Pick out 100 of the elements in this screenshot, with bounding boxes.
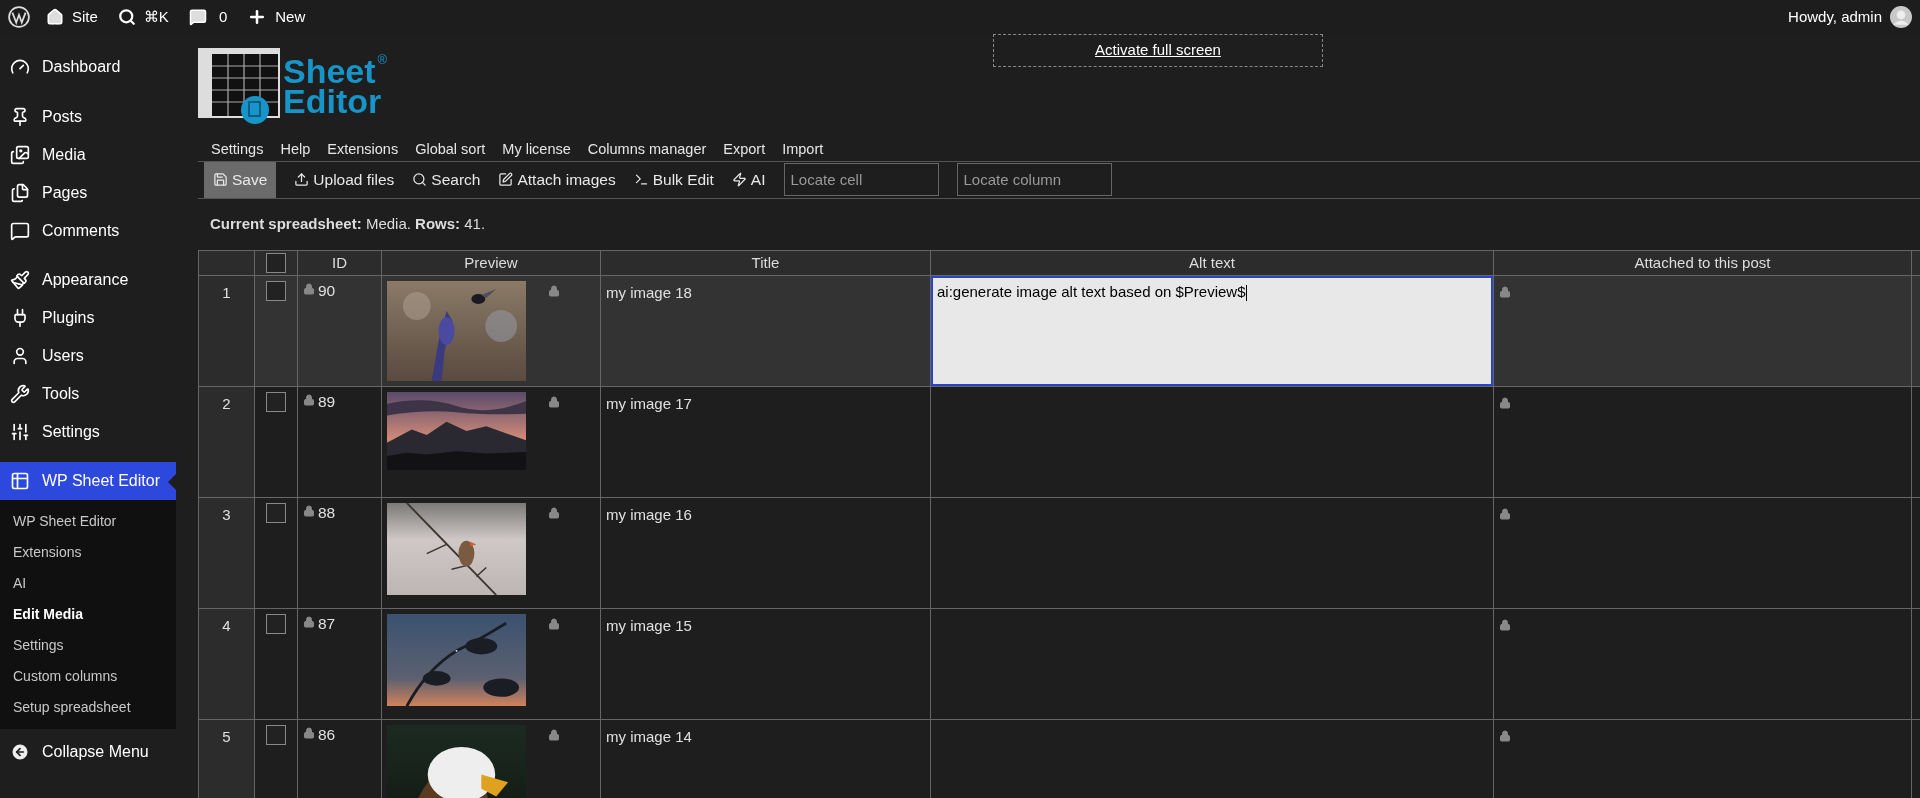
title-cell: my image 14: [601, 719, 931, 798]
alt-text-editor[interactable]: ai:generate image alt text based on $Preview$: [931, 275, 1493, 386]
submenu-item[interactable]: Setup spreadsheet: [0, 692, 176, 723]
sliders-icon: [10, 422, 30, 442]
sidebar-item[interactable]: Posts: [0, 98, 176, 136]
toolbar-button[interactable]: Search: [412, 161, 481, 198]
avatar-icon[interactable]: [1890, 6, 1912, 28]
logo-text: Editor: [283, 86, 383, 116]
toolbar-button[interactable]: Bulk Edit: [633, 161, 714, 198]
sidebar-item[interactable]: Plugins: [0, 299, 176, 337]
submenu-item[interactable]: Settings: [0, 630, 176, 661]
sidebar-item[interactable]: Users: [0, 337, 176, 375]
lock-icon: [548, 617, 560, 630]
toolbar-button[interactable]: Upload files: [294, 161, 395, 198]
menu-link[interactable]: My license: [502, 139, 571, 161]
row-number: 4: [199, 608, 255, 720]
search-icon: [117, 8, 136, 26]
column-header[interactable]: Alt text: [931, 250, 1494, 276]
menu-link[interactable]: Import: [782, 139, 824, 161]
sidebar-item[interactable]: Pages: [0, 174, 176, 212]
brush-icon: [10, 270, 30, 290]
row-checkbox[interactable]: [266, 391, 286, 412]
menu-link[interactable]: Help: [280, 139, 311, 161]
row-checkbox[interactable]: [266, 613, 286, 634]
lock-icon: [1499, 618, 1511, 631]
sidebar-item[interactable]: Appearance: [0, 261, 176, 299]
lock-icon: [1499, 729, 1511, 742]
title-cell: my image 15: [601, 608, 931, 720]
column-header[interactable]: Title: [601, 250, 931, 276]
logo-grid-icon: [198, 48, 280, 124]
column-header[interactable]: Attached to this post: [1494, 250, 1912, 276]
id-cell-text: 89: [318, 391, 336, 412]
menu-link[interactable]: Export: [723, 139, 766, 161]
locate-field[interactable]: Locate column: [956, 163, 1112, 197]
row-checkbox[interactable]: [266, 280, 286, 301]
current-arrow-icon: [168, 474, 176, 490]
user-icon: [10, 346, 30, 366]
row-number: 5: [199, 719, 255, 798]
lock-icon: [548, 284, 560, 297]
menu-link[interactable]: Columns manager: [587, 139, 707, 161]
sidebar-item[interactable]: Media: [0, 136, 176, 174]
sidebar-item[interactable]: Comments: [0, 212, 176, 250]
title-cell: my image 16: [601, 497, 931, 609]
save-icon: [213, 172, 228, 188]
locate-field[interactable]: Locate cell: [783, 163, 939, 197]
id-cell-text: 90: [318, 280, 336, 301]
column-header[interactable]: Preview: [382, 250, 601, 276]
comment-icon: [188, 8, 207, 26]
row-checkbox[interactable]: [266, 502, 286, 523]
select-all-checkbox[interactable]: [266, 252, 286, 273]
lock-icon: [303, 282, 315, 295]
collapse-menu-button[interactable]: Collapse Menu: [0, 733, 176, 771]
table-row[interactable]: 1 90 my image 18 ai:generate image alt text based on $Preview$: [199, 275, 1920, 387]
lock-icon: [303, 726, 315, 739]
menu-link[interactable]: Extensions: [327, 139, 399, 161]
submenu-item[interactable]: Custom columns: [0, 661, 176, 692]
collapse-icon: [10, 742, 30, 762]
lock-icon: [548, 395, 560, 408]
pin-icon: [10, 107, 30, 127]
bolt-icon: [731, 172, 747, 188]
comments-link[interactable]: 0: [188, 5, 228, 29]
id-cell-text: 88: [318, 502, 336, 523]
table-row[interactable]: 4 87 my image 15: [199, 608, 1920, 720]
sidebar-item[interactable]: Dashboard: [0, 48, 176, 86]
spreadsheet-status: Current spreadsheet: Media. Rows: 41.: [210, 214, 486, 234]
terminal-icon: [633, 172, 649, 188]
id-cell-text: 87: [318, 613, 336, 634]
home-icon: [46, 8, 64, 26]
table-row[interactable]: 3 88 my image 16: [199, 497, 1920, 609]
search-link[interactable]: ⌘K: [117, 5, 169, 29]
gauge-icon: [10, 57, 30, 77]
search-icon: [412, 172, 428, 188]
comment-icon: [10, 221, 30, 241]
title-cell: my image 17: [601, 386, 931, 498]
logo-icon[interactable]: [8, 6, 30, 28]
toolbar-button[interactable]: Attach images: [498, 161, 616, 198]
upload-icon: [294, 172, 310, 188]
row-number: 3: [199, 497, 255, 609]
toolbar-button[interactable]: AI: [731, 161, 766, 198]
sidebar-item[interactable]: Settings: [0, 413, 176, 451]
edit-icon: [498, 172, 514, 188]
menu-link[interactable]: Global sort: [415, 139, 486, 161]
table-row[interactable]: 2 89 my image 17: [199, 386, 1920, 498]
lock-icon: [548, 506, 560, 519]
site-link[interactable]: Site: [46, 5, 98, 29]
row-checkbox[interactable]: [266, 724, 286, 745]
submenu-item[interactable]: AI: [0, 568, 176, 599]
column-header[interactable]: ID: [298, 250, 382, 276]
toolbar-button[interactable]: Save: [204, 161, 277, 198]
lock-icon: [303, 504, 315, 517]
fullscreen-button[interactable]: Activate full screen: [993, 34, 1323, 67]
submenu-item[interactable]: Extensions: [0, 537, 176, 568]
sidebar-item[interactable]: WP Sheet Editor: [0, 462, 176, 500]
submenu-item[interactable]: WP Sheet Editor: [0, 506, 176, 537]
lock-icon: [303, 615, 315, 628]
user-link[interactable]: Howdy, admin: [1788, 5, 1882, 29]
menu-link[interactable]: Settings: [211, 139, 264, 161]
sidebar-item[interactable]: Tools: [0, 375, 176, 413]
new-link[interactable]: New: [247, 5, 306, 29]
submenu-item[interactable]: Edit Media: [0, 599, 176, 630]
